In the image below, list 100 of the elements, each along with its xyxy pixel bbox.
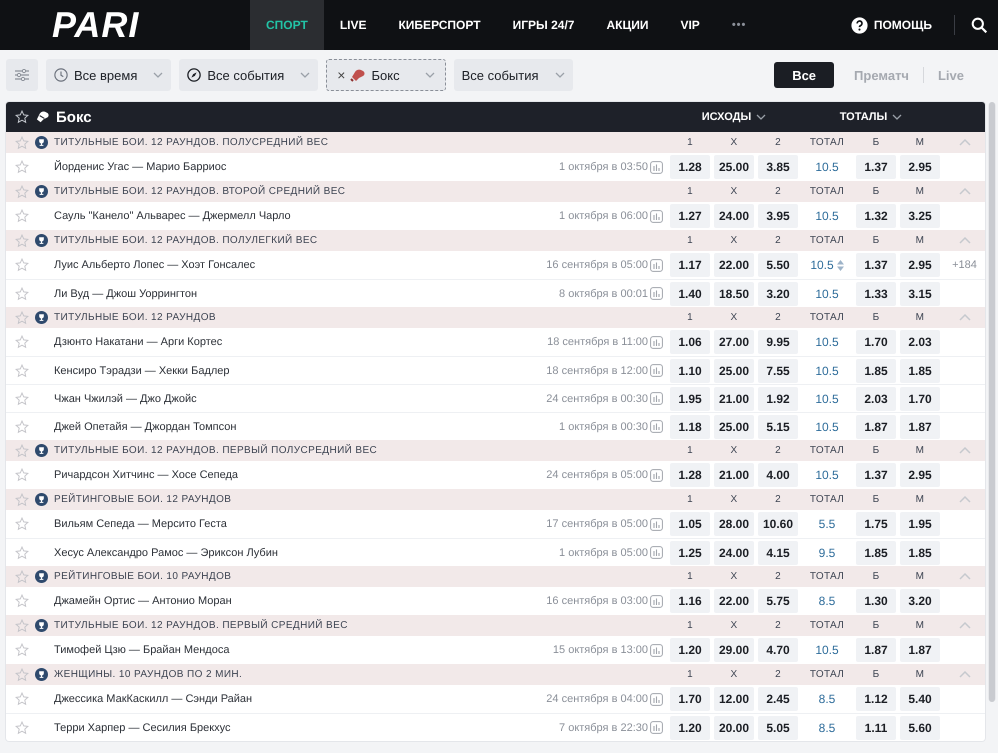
odds-button[interactable]: 1.85 (856, 540, 896, 564)
odds-button[interactable]: 4.00 (758, 463, 798, 487)
chevron-up-icon[interactable] (958, 447, 970, 454)
bar-chart-icon[interactable] (650, 692, 663, 706)
odds-button[interactable]: 10.60 (758, 512, 798, 536)
odds-button[interactable]: 1.18 (670, 414, 710, 438)
bar-chart-icon[interactable] (650, 468, 663, 482)
bar-chart-icon[interactable] (650, 210, 663, 222)
odds-button[interactable]: 22.00 (714, 589, 754, 613)
chevron-up-icon[interactable] (958, 622, 970, 629)
star-outline-icon[interactable] (15, 618, 29, 632)
match-row[interactable]: Джамейн Ортис — Антонио Моран 16 сентября в 03:00 1.16 22.00 5.75 8.5 1.30 3.20 (6, 587, 985, 615)
match-name[interactable]: Терри Харпер — Сесилия Брекхус (54, 722, 560, 734)
odds-button[interactable]: 1.12 (856, 687, 896, 711)
odds-button[interactable]: 5.60 (900, 716, 940, 740)
chevron-up-icon[interactable] (958, 139, 970, 146)
odds-button[interactable]: 9.95 (758, 330, 798, 354)
chevron-up-icon[interactable] (958, 188, 970, 195)
filter-dropdown[interactable]: Все время (46, 59, 172, 91)
star-outline-icon[interactable] (15, 136, 29, 150)
star-outline-icon[interactable] (15, 643, 29, 657)
bar-chart-icon[interactable] (650, 594, 663, 608)
filter-settings-button[interactable] (6, 59, 38, 91)
odds-button[interactable]: 1.70 (670, 687, 710, 711)
odds-button[interactable]: 1.85 (856, 358, 896, 382)
chevron-up-icon[interactable] (958, 671, 970, 678)
match-name[interactable]: Дзюнто Накатани — Арги Кортес (54, 336, 548, 348)
odds-button[interactable]: 1.25 (670, 540, 710, 564)
star-outline-icon[interactable] (15, 692, 29, 706)
nav-tab[interactable]: LIVE (324, 0, 382, 50)
odds-button[interactable]: 25.00 (714, 155, 754, 179)
mode-tab[interactable]: Все (774, 62, 834, 88)
star-outline-icon[interactable] (15, 668, 29, 682)
star-outline-icon[interactable] (15, 364, 29, 378)
bar-chart-icon[interactable] (650, 644, 663, 656)
odds-button[interactable]: 3.85 (758, 155, 798, 179)
odds-button[interactable]: 3.25 (900, 204, 940, 228)
search-icon[interactable] (971, 16, 988, 34)
star-outline-icon[interactable] (15, 286, 29, 300)
bar-chart-icon[interactable] (650, 258, 663, 272)
odds-button[interactable]: 2.95 (900, 155, 940, 179)
odds-button[interactable]: 24.00 (714, 204, 754, 228)
odds-button[interactable]: 1.37 (856, 253, 896, 277)
odds-button[interactable]: 5.50 (758, 253, 798, 277)
odds-button[interactable]: 1.87 (856, 414, 896, 438)
match-row[interactable]: Чжан Чжилэй — Джо Джойс 24 сентября в 00:30 1.95 21.00 1.92 10.5 2.03 1.70 (6, 384, 985, 412)
odds-button[interactable]: 29.00 (714, 638, 754, 662)
star-outline-icon[interactable] (15, 160, 29, 174)
odds-button[interactable]: 22.00 (714, 253, 754, 277)
match-row[interactable]: Луис Альберто Лопес — Хоэт Гонсалес 16 сентября в 05:00 1.17 22.00 5.50 10.5 1.37 2.95 +184 (6, 251, 985, 279)
star-outline-icon[interactable] (15, 570, 29, 584)
odds-button[interactable]: 1.20 (670, 716, 710, 740)
odds-button[interactable]: 1.37 (856, 463, 896, 487)
chevron-up-icon[interactable] (958, 237, 970, 244)
match-row[interactable]: Терри Харпер — Сесилия Брекхус 7 октября в 22:30 1.20 20.00 5.05 8.5 1.11 5.60 (6, 713, 985, 741)
nav-tab[interactable]: ИГРЫ 24/7 (496, 0, 590, 50)
filter-dropdown[interactable]: Все события (179, 59, 318, 91)
odds-button[interactable]: 1.33 (856, 282, 896, 306)
match-name[interactable]: Вильям Сепеда — Мерсито Геста (54, 518, 546, 530)
odds-button[interactable]: 1.30 (856, 589, 896, 613)
match-row[interactable]: Джессика МакКаскилл — Сэнди Райан 24 сентября в 04:00 1.70 12.00 2.45 8.5 1.12 5.40 (6, 685, 985, 713)
bar-chart-icon[interactable] (650, 364, 663, 377)
odds-button[interactable]: 1.87 (856, 638, 896, 662)
odds-button[interactable]: 1.70 (856, 330, 896, 354)
odds-button[interactable]: 1.10 (670, 358, 710, 382)
odds-button[interactable]: 12.00 (714, 687, 754, 711)
odds-button[interactable]: 1.28 (670, 155, 710, 179)
odds-button[interactable]: 21.00 (714, 463, 754, 487)
odds-button[interactable]: 3.15 (900, 282, 940, 306)
match-name[interactable]: Джей Опетайя — Джордан Томпсон (54, 420, 560, 432)
odds-button[interactable]: 2.95 (900, 463, 940, 487)
match-row[interactable]: Дзюнто Накатани — Арги Кортес 18 сентября в 11:00 1.06 27.00 9.95 10.5 1.70 2.03 (6, 328, 985, 356)
odds-button[interactable]: 3.20 (758, 282, 798, 306)
star-outline-icon[interactable] (15, 392, 29, 406)
match-name[interactable]: Йорденис Угас — Марио Барриос (54, 161, 560, 173)
odds-button[interactable]: 5.05 (758, 716, 798, 740)
match-name[interactable]: Кенсиро Тэрадзи — Хекки Бадлер (54, 364, 546, 376)
odds-button[interactable]: 1.85 (900, 358, 940, 382)
bar-chart-icon[interactable] (650, 287, 663, 300)
odds-button[interactable]: 27.00 (714, 330, 754, 354)
match-name[interactable]: Ли Вуд — Джош Уоррингтон (54, 288, 560, 300)
odds-button[interactable]: 1.20 (670, 638, 710, 662)
odds-button[interactable]: 2.95 (900, 253, 940, 277)
odds-button[interactable]: 1.85 (900, 540, 940, 564)
odds-button[interactable]: 1.92 (758, 386, 798, 410)
star-outline-icon[interactable] (15, 420, 29, 434)
star-outline-icon[interactable] (15, 720, 29, 734)
star-outline-icon[interactable] (15, 258, 29, 272)
match-name[interactable]: Джессика МакКаскилл — Сэнди Райан (54, 693, 546, 705)
star-outline-icon[interactable] (15, 110, 29, 124)
star-outline-icon[interactable] (15, 310, 29, 324)
star-outline-icon[interactable] (15, 234, 29, 248)
chevron-up-icon[interactable] (958, 496, 970, 503)
odds-button[interactable]: 1.40 (670, 282, 710, 306)
chevron-up-icon[interactable] (958, 314, 970, 321)
star-outline-icon[interactable] (15, 546, 29, 560)
odds-button[interactable]: 1.05 (670, 512, 710, 536)
odds-button[interactable]: 1.17 (670, 253, 710, 277)
match-row[interactable]: Сауль "Канело" Альварес — Джермелл Чарло 1 октября в 06:00 1.27 24.00 3.95 10.5 1.32 3.25 (6, 202, 985, 230)
odds-button[interactable]: 1.37 (856, 155, 896, 179)
